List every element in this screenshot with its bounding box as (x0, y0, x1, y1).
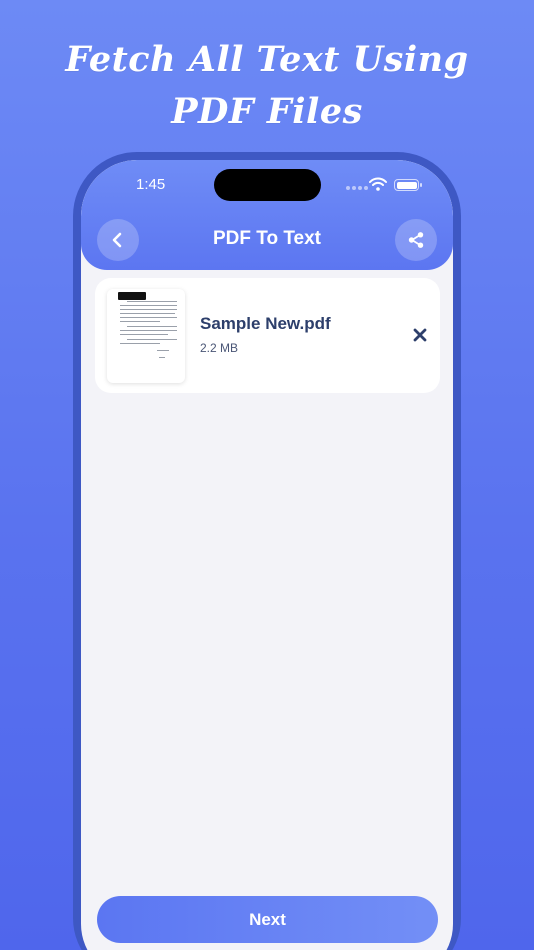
wifi-icon (369, 177, 387, 191)
promo-headline: Fetch All Text Using PDF Files (0, 34, 534, 138)
file-name: Sample New.pdf (200, 314, 331, 333)
pdf-thumbnail (107, 289, 185, 383)
status-time: 1:45 (136, 176, 166, 193)
battery-icon (394, 179, 422, 191)
share-button[interactable] (395, 219, 437, 261)
file-card[interactable]: Sample New.pdf 2.2 MB (95, 278, 440, 393)
phone-screen: 1:45 PDF To Text Sample New.pdf 2.2 MB N… (81, 160, 453, 950)
back-button[interactable] (97, 219, 139, 261)
next-button[interactable]: Next (97, 896, 438, 943)
page-title: PDF To Text (212, 228, 322, 249)
remove-file-button[interactable] (409, 324, 431, 346)
signal-dots-icon (346, 186, 368, 190)
close-icon (413, 328, 427, 342)
share-icon (408, 232, 424, 248)
app-header: 1:45 PDF To Text (81, 160, 453, 270)
promo-headline-line-2: PDF Files (171, 91, 363, 132)
chevron-left-icon (112, 232, 122, 248)
promo-headline-line-1: Fetch All Text Using (65, 39, 469, 80)
dynamic-island (214, 169, 321, 201)
file-size: 2.2 MB (200, 341, 239, 355)
